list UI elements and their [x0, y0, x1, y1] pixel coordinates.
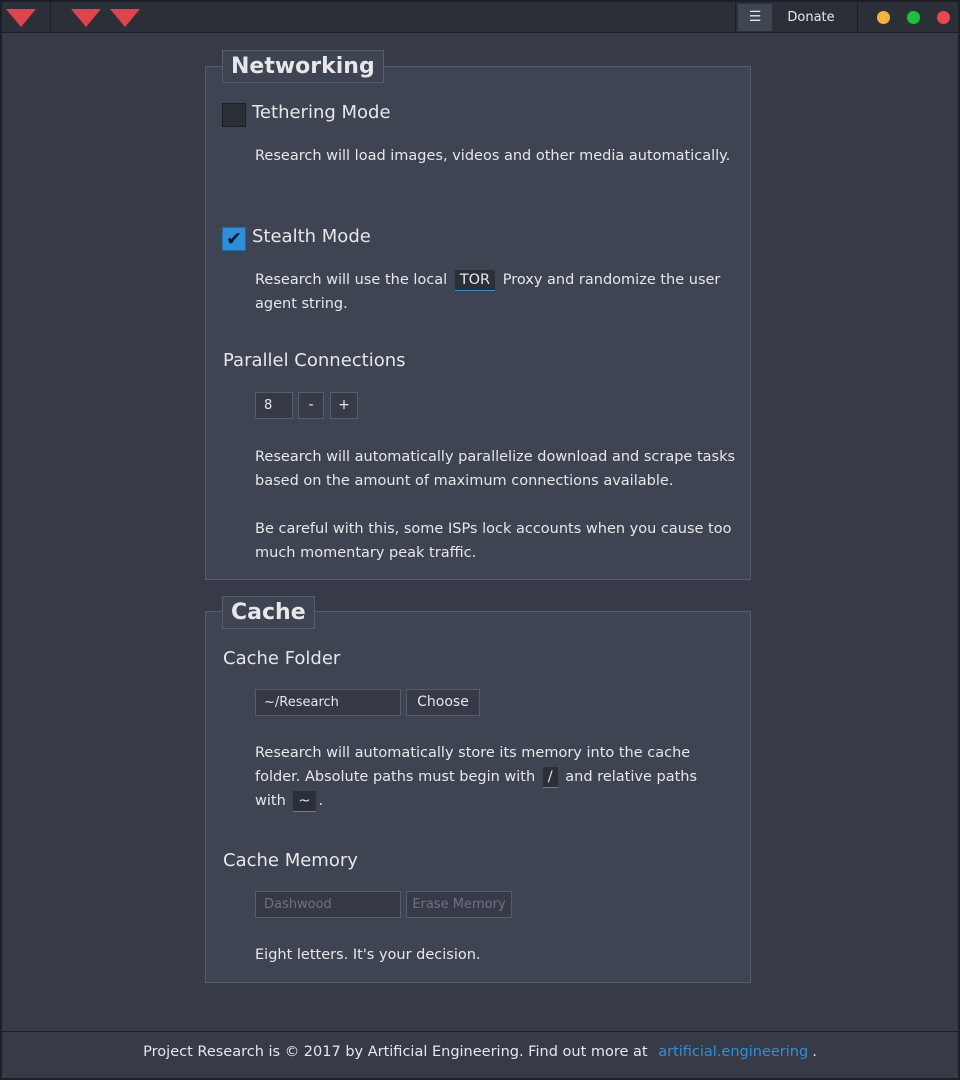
hamburger-menu-button[interactable]: ☰ — [738, 4, 772, 31]
donate-button[interactable]: Donate — [774, 4, 848, 31]
cache-legend: Cache — [222, 596, 315, 629]
footer-link[interactable]: artificial.engineering — [658, 1044, 808, 1060]
titlebar-divider — [735, 2, 736, 33]
footer-divider — [2, 1031, 958, 1032]
hamburger-icon: ☰ — [748, 9, 762, 25]
decrement-button[interactable]: - — [298, 392, 324, 419]
tethering-mode-label[interactable]: Tethering Mode — [252, 102, 391, 123]
cache-memory-label: Cache Memory — [223, 850, 358, 871]
titlebar-divider — [50, 2, 51, 33]
erase-memory-button: Erase Memory — [406, 891, 512, 918]
parallel-description-1: Research will automatically parallelize … — [255, 449, 736, 489]
cache-memory-input: Dashwood — [255, 891, 401, 918]
networking-section: Networking Tethering Mode Research will … — [205, 50, 751, 580]
triangle-forward-icon[interactable] — [110, 9, 140, 27]
titlebar-divider — [857, 2, 858, 33]
stealth-mode-label[interactable]: Stealth Mode — [252, 226, 371, 247]
cache-memory-description: Eight letters. It's your decision. — [255, 947, 481, 963]
tethering-mode-checkbox[interactable] — [222, 103, 246, 127]
parallel-connections-label: Parallel Connections — [223, 350, 406, 371]
minimize-button[interactable] — [877, 11, 890, 24]
title-bar: ☰ Donate — [2, 2, 958, 33]
app-window: ☰ Donate Networking Tethering Mode Resea… — [0, 0, 960, 1080]
cache-folder-description: Research will automatically store its me… — [255, 741, 725, 813]
stealth-mode-description: Research will use the local TOR Proxy an… — [255, 268, 735, 316]
cache-section: Cache Cache Folder ~/Research Choose Res… — [205, 596, 751, 983]
increment-button[interactable]: + — [330, 392, 358, 419]
stealth-desc-text: Research will use the local — [255, 272, 448, 288]
footer-end: . — [812, 1044, 817, 1060]
checkmark-icon: ✔ — [226, 228, 242, 250]
cache-desc-text: . — [318, 793, 324, 809]
close-button[interactable] — [937, 11, 950, 24]
tor-code: TOR — [454, 270, 496, 291]
relative-path-code: ~ — [293, 791, 316, 812]
tethering-mode-description: Research will load images, videos and ot… — [255, 148, 731, 164]
absolute-path-code: / — [542, 767, 558, 788]
networking-legend: Networking — [222, 50, 384, 83]
stealth-mode-checkbox[interactable]: ✔ — [222, 227, 246, 251]
footer: Project Research is © 2017 by Artificial… — [2, 1044, 958, 1060]
triangle-back-icon[interactable] — [71, 9, 101, 27]
parallel-description-2: Be careful with this, some ISPs lock acc… — [255, 521, 732, 561]
parallel-connections-input[interactable]: 8 — [255, 392, 293, 419]
choose-folder-button[interactable]: Choose — [406, 689, 480, 716]
footer-text: Project Research is © 2017 by Artificial… — [143, 1044, 648, 1060]
cache-folder-input[interactable]: ~/Research — [255, 689, 401, 716]
maximize-button[interactable] — [907, 11, 920, 24]
cache-folder-label: Cache Folder — [223, 648, 341, 669]
triangle-menu-icon[interactable] — [6, 9, 36, 27]
